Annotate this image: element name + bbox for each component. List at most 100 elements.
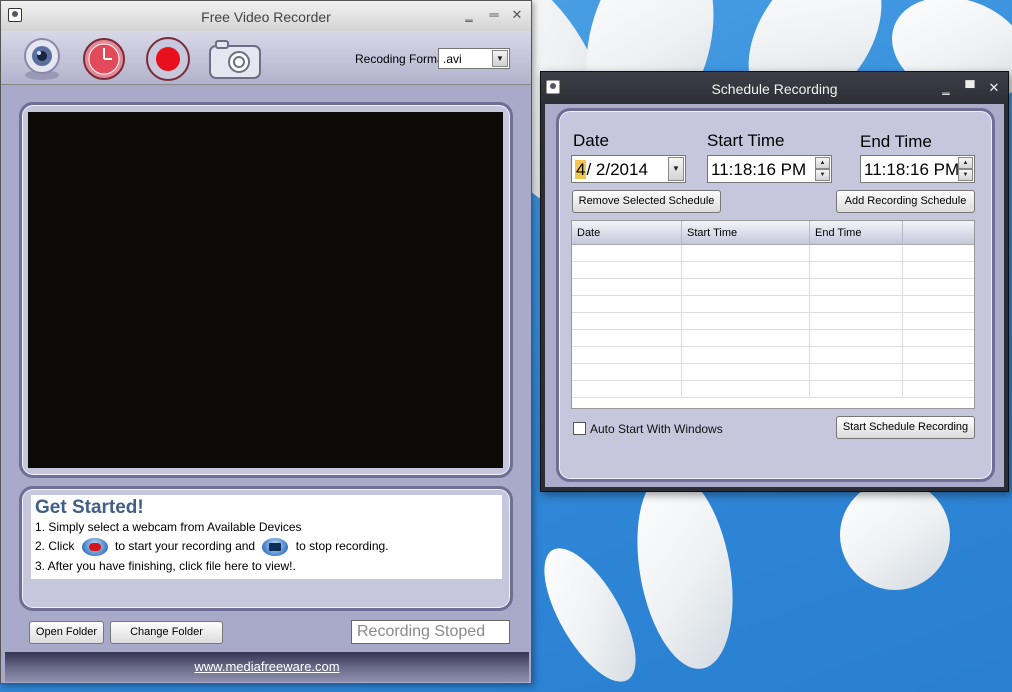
table-cell	[903, 245, 974, 262]
end-time-label: End Time	[860, 132, 932, 151]
table-cell	[810, 364, 903, 381]
spin-up-icon[interactable]: ▲	[958, 157, 973, 169]
help-line-2-start: 2. Click	[35, 539, 75, 554]
help-line-2-end: to stop recording.	[295, 539, 389, 554]
spin-up-icon[interactable]: ▲	[815, 157, 830, 169]
getting-started-box: Get Started! 1. Simply select a webcam f…	[31, 495, 502, 579]
table-cell	[810, 330, 903, 347]
help-line-2: 2. Click to start your recording and to …	[35, 538, 389, 556]
schedule-titlebar[interactable]: Schedule Recording ‗ ▀ ✕	[541, 72, 1008, 104]
table-cell	[572, 364, 682, 381]
help-line-3: 3. After you have finishing, click file …	[35, 559, 296, 573]
open-folder-button[interactable]: Open Folder	[29, 621, 104, 644]
main-titlebar[interactable]: Free Video Recorder ‗ ═ ✕	[1, 1, 531, 31]
remove-schedule-button[interactable]: Remove Selected Schedule	[572, 190, 721, 213]
start-time-value: 11:18:16 PM	[711, 160, 807, 179]
maximize-icon[interactable]: ▀	[962, 81, 978, 95]
table-cell	[572, 347, 682, 364]
table-row[interactable]	[572, 347, 974, 364]
end-time-input[interactable]: 11:18:16 PM ▲ ▼	[860, 155, 975, 183]
recording-format-label: Recoding Format	[355, 52, 448, 66]
record-icon[interactable]	[145, 36, 191, 82]
table-row[interactable]	[572, 262, 974, 279]
auto-start-checkbox[interactable]	[573, 422, 586, 435]
stop-button-icon	[262, 538, 289, 556]
table-cell	[810, 296, 903, 313]
table-cell	[682, 279, 810, 296]
table-cell	[572, 313, 682, 330]
column-header-date[interactable]: Date	[572, 221, 682, 245]
table-cell	[810, 262, 903, 279]
footer-bar: www.mediafreeware.com	[5, 652, 529, 682]
schedule-clock-icon[interactable]	[81, 36, 127, 82]
table-row[interactable]	[572, 279, 974, 296]
table-cell	[903, 279, 974, 296]
table-cell	[810, 279, 903, 296]
chevron-down-icon[interactable]: ▼	[492, 50, 508, 67]
schedule-table[interactable]: Date Start Time End Time	[571, 220, 975, 409]
maximize-icon[interactable]: ═	[486, 8, 502, 22]
close-icon[interactable]: ✕	[509, 8, 525, 22]
minimize-icon[interactable]: ‗	[938, 81, 954, 95]
table-cell	[810, 245, 903, 262]
table-row[interactable]	[572, 364, 974, 381]
recording-format-select[interactable]: .avi ▼	[438, 48, 510, 69]
table-cell	[903, 313, 974, 330]
column-header-end-time[interactable]: End Time	[810, 221, 903, 245]
help-line-1: 1. Simply select a webcam from Available…	[35, 520, 302, 534]
start-schedule-button[interactable]: Start Schedule Recording	[836, 416, 975, 439]
table-cell	[572, 296, 682, 313]
table-cell	[903, 296, 974, 313]
table-cell	[903, 364, 974, 381]
table-row[interactable]	[572, 296, 974, 313]
table-row[interactable]	[572, 245, 974, 262]
calendar-dropdown-icon[interactable]: ▼	[668, 157, 684, 181]
table-cell	[572, 262, 682, 279]
change-folder-button[interactable]: Change Folder	[110, 621, 223, 644]
table-cell	[572, 381, 682, 398]
recording-format-value: .avi	[443, 52, 462, 66]
video-preview	[28, 112, 503, 468]
column-header-extra[interactable]	[903, 221, 974, 245]
website-link[interactable]: www.mediafreeware.com	[5, 659, 529, 674]
table-row[interactable]	[572, 313, 974, 330]
start-time-label: Start Time	[707, 131, 785, 150]
minimize-icon[interactable]: ‗	[461, 8, 477, 22]
table-cell	[682, 364, 810, 381]
table-row[interactable]	[572, 381, 974, 398]
auto-start-option[interactable]: Auto Start With Windows	[573, 422, 723, 436]
table-cell	[572, 330, 682, 347]
table-cell	[572, 245, 682, 262]
table-cell	[903, 262, 974, 279]
close-icon[interactable]: ✕	[986, 81, 1002, 95]
start-time-input[interactable]: 11:18:16 PM ▲ ▼	[707, 155, 832, 183]
spin-down-icon[interactable]: ▼	[958, 169, 973, 181]
record-button-icon	[81, 538, 108, 556]
end-time-spinner: ▲ ▼	[958, 157, 973, 181]
table-cell	[903, 381, 974, 398]
webcam-icon[interactable]	[19, 36, 65, 82]
start-time-spinner: ▲ ▼	[815, 157, 830, 181]
table-cell	[682, 296, 810, 313]
table-cell	[682, 262, 810, 279]
table-cell	[682, 330, 810, 347]
auto-start-label: Auto Start With Windows	[590, 422, 723, 436]
snapshot-camera-icon[interactable]	[207, 36, 263, 82]
recording-status: Recording Stoped	[351, 620, 510, 644]
column-header-start-time[interactable]: Start Time	[682, 221, 810, 245]
window-title: Free Video Recorder	[201, 9, 331, 25]
main-window: Free Video Recorder ‗ ═ ✕ Recoding Forma…	[0, 0, 532, 684]
date-picker[interactable]: 4/ 2/2014 ▼	[571, 155, 686, 183]
date-rest: / 2/2014	[586, 160, 648, 179]
add-schedule-button[interactable]: Add Recording Schedule	[836, 190, 975, 213]
table-cell	[682, 245, 810, 262]
spin-down-icon[interactable]: ▼	[815, 169, 830, 181]
table-cell	[903, 330, 974, 347]
date-month-segment[interactable]: 4	[575, 160, 587, 179]
flower-petal	[526, 535, 654, 692]
table-row[interactable]	[572, 330, 974, 347]
table-cell	[810, 313, 903, 330]
table-cell	[810, 347, 903, 364]
date-label: Date	[573, 131, 609, 150]
table-cell	[810, 381, 903, 398]
